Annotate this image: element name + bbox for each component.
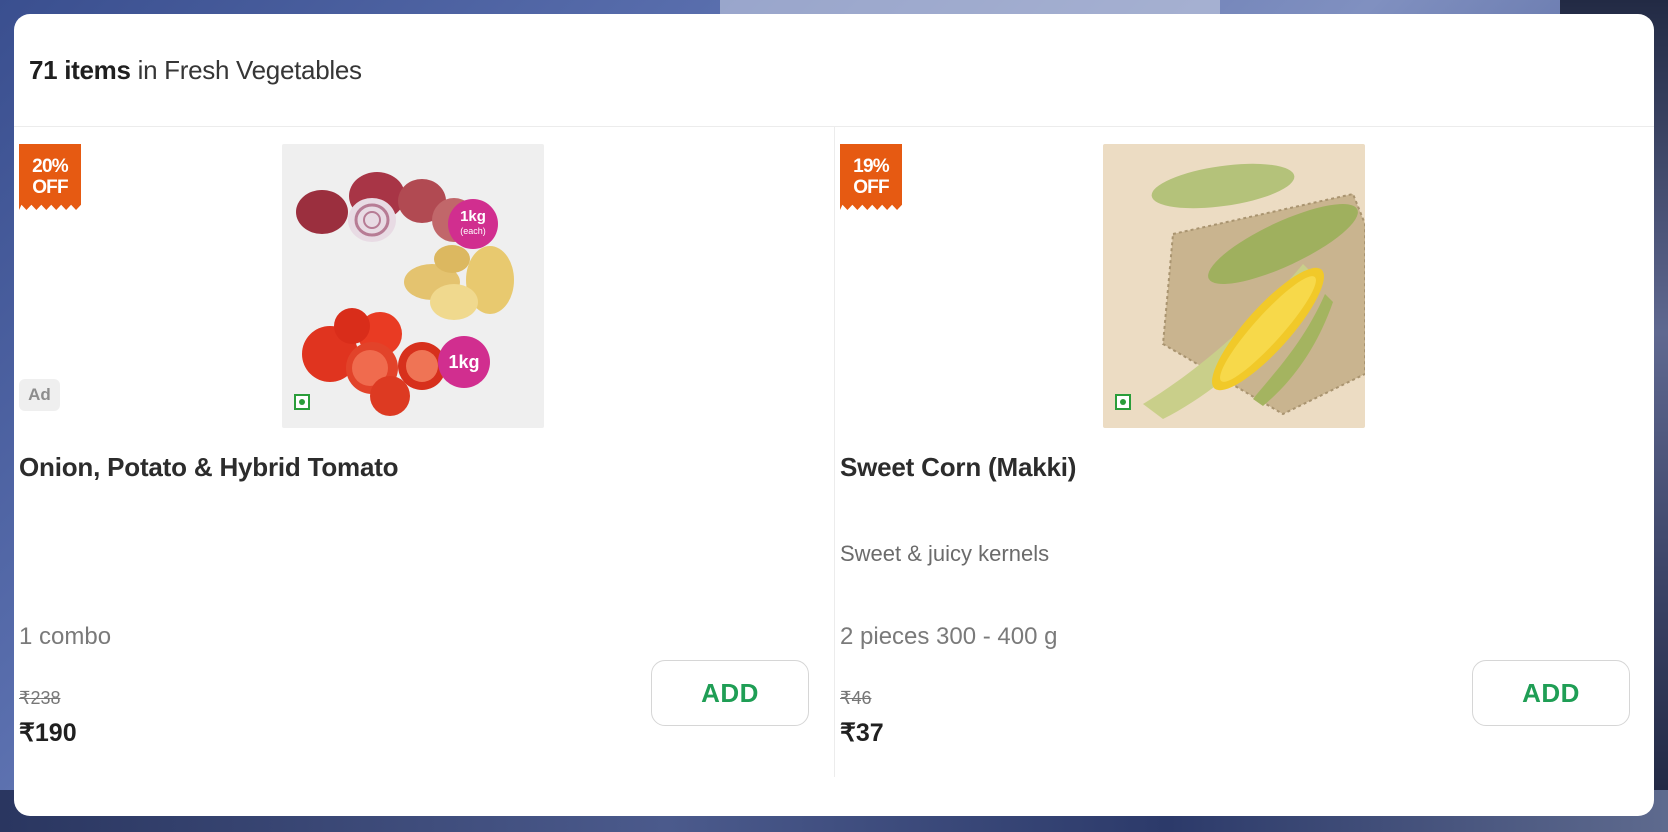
discount-badge: 20% OFF [19,144,81,210]
background-blur [720,0,1220,14]
product-name[interactable]: Sweet Corn (Makki) [840,452,1076,483]
items-count-heading: 71 items in Fresh Vegetables [29,55,362,86]
product-grid: 20% OFF Ad 1kg (each) 1kg Onion, Potato … [14,127,1654,777]
items-count: 71 items [29,54,131,85]
discount-percent: 19% [853,156,889,177]
product-image[interactable]: 1kg (each) 1kg [282,144,544,428]
add-button[interactable]: ADD [1472,660,1630,726]
weight-tag-text: 1kg [460,208,486,225]
product-quantity: 1 combo [19,623,112,650]
discount-badge: 19% OFF [840,144,902,210]
product-card-sweet-corn[interactable]: 19% OFF Sweet Corn (Makki) Sweet & juicy… [834,127,1654,777]
product-price: ₹190 [19,719,77,747]
product-description: Sweet & juicy kernels [840,541,1050,566]
product-price: ₹37 [840,719,884,747]
sweet-corn-illustration [1103,144,1365,428]
listing-header: 71 items in Fresh Vegetables [14,14,1654,127]
product-mrp: ₹46 [840,688,872,708]
onion-potato-tomato-illustration: 1kg (each) 1kg [282,144,544,428]
weight-tag-subtext: (each) [460,226,486,236]
category-text: in Fresh Vegetables [130,54,362,85]
discount-percent: 20% [32,156,68,177]
product-image[interactable] [1103,144,1365,428]
product-card-onion-potato-tomato[interactable]: 20% OFF Ad 1kg (each) 1kg Onion, Potato … [14,127,834,777]
discount-off: OFF [853,177,889,198]
discount-off: OFF [32,177,68,198]
ad-tag: Ad [19,379,60,411]
product-listing-panel: 71 items in Fresh Vegetables 20% OFF Ad [14,14,1654,816]
product-mrp: ₹238 [19,688,61,708]
weight-tag-text: 1kg [448,352,479,372]
add-button[interactable]: ADD [651,660,809,726]
product-quantity: 2 pieces 300 - 400 g [840,623,1058,650]
product-name[interactable]: Onion, Potato & Hybrid Tomato [19,452,399,483]
veg-icon [1115,394,1131,410]
veg-icon [294,394,310,410]
